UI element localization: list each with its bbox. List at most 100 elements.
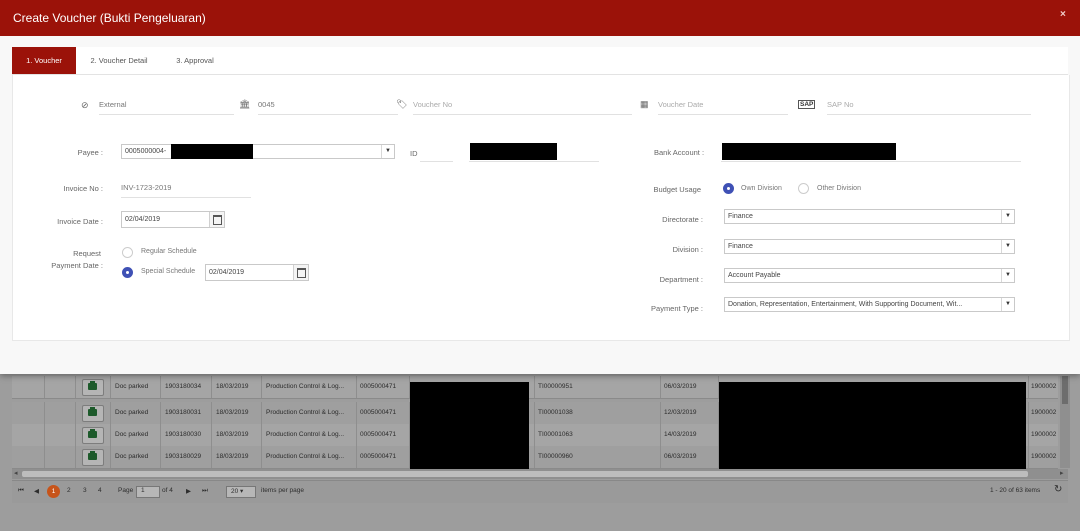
column-divider bbox=[75, 376, 76, 398]
column-divider bbox=[1028, 376, 1029, 398]
table-cell-ti: TI00000960 bbox=[538, 453, 573, 460]
column-divider bbox=[160, 402, 161, 424]
redacted-block bbox=[470, 143, 557, 160]
payee-label: Payee : bbox=[77, 148, 103, 157]
table-cell-date2: 06/03/2019 bbox=[664, 453, 697, 460]
page-size-select[interactable]: 20 ▾ bbox=[226, 486, 256, 498]
table-cell-dept: Production Control & Log... bbox=[266, 453, 345, 460]
column-divider bbox=[211, 376, 212, 398]
department-select[interactable]: Account Payable ▼ bbox=[724, 268, 1015, 283]
sap-no-field[interactable]: SAP No bbox=[827, 100, 1031, 115]
tab-voucher[interactable]: 1. Voucher bbox=[12, 47, 76, 74]
other-division-label: Other Division bbox=[817, 185, 861, 192]
column-divider bbox=[44, 402, 45, 424]
chevron-down-icon: ▼ bbox=[1001, 269, 1014, 282]
division-select[interactable]: Finance ▼ bbox=[724, 239, 1015, 254]
table-cell-ti: TI00001063 bbox=[538, 431, 573, 438]
grid-vertical-scrollbar[interactable] bbox=[1060, 376, 1070, 468]
page-button-2[interactable]: 2 bbox=[67, 487, 71, 494]
chevron-down-icon: ▼ bbox=[381, 145, 394, 158]
print-icon[interactable] bbox=[82, 405, 104, 422]
invoice-date-input[interactable]: 02/04/2019 bbox=[121, 211, 225, 228]
payee-select[interactable]: 0005000004- ▼ bbox=[121, 144, 395, 159]
page-number-input[interactable]: 1 bbox=[136, 486, 160, 498]
print-icon[interactable] bbox=[82, 449, 104, 466]
voucher-no-field[interactable]: Voucher No bbox=[413, 100, 632, 115]
redacted-block bbox=[722, 143, 896, 160]
bank-icon: 🏛 bbox=[239, 99, 251, 109]
column-divider bbox=[75, 446, 76, 468]
tag-icon: 🏷 bbox=[396, 99, 408, 109]
prev-page-button[interactable]: ◀ bbox=[34, 487, 39, 495]
table-cell-date2: 06/03/2019 bbox=[664, 383, 697, 390]
print-icon[interactable] bbox=[82, 427, 104, 444]
bank-code-field[interactable]: 0045 bbox=[258, 100, 398, 115]
last-page-button[interactable]: ⏭ bbox=[202, 487, 208, 495]
special-schedule-radio[interactable] bbox=[122, 267, 133, 278]
page-label: Page bbox=[118, 487, 134, 494]
sap-icon: SAP bbox=[798, 100, 816, 109]
table-cell-vendor: 0005000471 bbox=[360, 453, 397, 460]
calendar-icon: ▦ bbox=[640, 99, 649, 109]
table-cell-last: 1900002 bbox=[1031, 431, 1057, 438]
chevron-down-icon: ▼ bbox=[1001, 240, 1014, 253]
id-field[interactable] bbox=[420, 147, 453, 162]
division-label: Division : bbox=[672, 245, 703, 254]
table-cell-ti: TI00000951 bbox=[538, 383, 573, 390]
table-cell-dept: Production Control & Log... bbox=[266, 431, 345, 438]
column-divider bbox=[110, 424, 111, 446]
chevron-down-icon: ▼ bbox=[1001, 210, 1014, 223]
column-divider bbox=[160, 376, 161, 398]
special-schedule-date-input[interactable]: 02/04/2019 bbox=[205, 264, 309, 281]
table-cell-date: 18/03/2019 bbox=[216, 431, 249, 438]
invoice-no-field[interactable]: INV-1723-2019 bbox=[121, 183, 251, 198]
voucher-type-field[interactable]: External bbox=[99, 100, 234, 115]
payment-type-select[interactable]: Donation, Representation, Entertainment,… bbox=[724, 297, 1015, 312]
own-division-label: Own Division bbox=[741, 185, 782, 192]
column-divider bbox=[660, 424, 661, 446]
redacted-block bbox=[719, 382, 1026, 469]
calendar-icon[interactable] bbox=[209, 212, 224, 227]
page-button-1[interactable]: 1 bbox=[47, 485, 60, 498]
payment-type-label: Payment Type : bbox=[651, 304, 703, 313]
column-divider bbox=[534, 376, 535, 398]
print-icon[interactable] bbox=[82, 379, 104, 396]
first-page-button[interactable]: ⏮ bbox=[18, 487, 24, 495]
refresh-icon[interactable]: ↻ bbox=[1054, 484, 1062, 495]
table-cell-date: 18/03/2019 bbox=[216, 383, 249, 390]
column-divider bbox=[534, 424, 535, 446]
column-divider bbox=[660, 402, 661, 424]
page-button-3[interactable]: 3 bbox=[83, 487, 87, 494]
redacted-block bbox=[171, 144, 253, 159]
tab-approval[interactable]: 3. Approval bbox=[166, 47, 224, 74]
column-divider bbox=[261, 446, 262, 468]
table-cell-vendor: 0005000471 bbox=[360, 409, 397, 416]
column-divider bbox=[261, 424, 262, 446]
other-division-radio[interactable] bbox=[798, 183, 809, 194]
table-cell-date: 18/03/2019 bbox=[216, 409, 249, 416]
grid-horizontal-scrollbar[interactable]: ◂ ▸ bbox=[12, 469, 1068, 479]
modal-body: 1. Voucher 2. Voucher Detail 3. Approval… bbox=[0, 36, 1080, 374]
table-cell-doc-no: 1903180031 bbox=[165, 409, 202, 416]
bank-account-label: Bank Account : bbox=[654, 148, 705, 157]
regular-schedule-label: Regular Schedule bbox=[141, 248, 197, 255]
column-divider bbox=[211, 446, 212, 468]
table-cell-last: 1900002 bbox=[1031, 453, 1057, 460]
voucher-date-field[interactable]: Voucher Date bbox=[658, 100, 788, 115]
column-divider bbox=[160, 446, 161, 468]
next-page-button[interactable]: ▶ bbox=[186, 487, 191, 495]
close-icon[interactable]: × bbox=[1060, 9, 1066, 20]
directorate-select[interactable]: Finance ▼ bbox=[724, 209, 1015, 224]
column-divider bbox=[211, 402, 212, 424]
regular-schedule-radio[interactable] bbox=[122, 247, 133, 258]
column-divider bbox=[44, 446, 45, 468]
calendar-icon[interactable] bbox=[293, 265, 308, 280]
special-schedule-label: Special Schedule bbox=[141, 268, 196, 275]
column-divider bbox=[110, 376, 111, 398]
table-cell-status: Doc parked bbox=[115, 383, 149, 390]
own-division-radio[interactable] bbox=[723, 183, 734, 194]
budget-usage-label: Budget Usage bbox=[653, 185, 701, 194]
table-cell-vendor: 0005000471 bbox=[360, 383, 397, 390]
page-button-4[interactable]: 4 bbox=[98, 487, 102, 494]
tab-voucher-detail[interactable]: 2. Voucher Detail bbox=[82, 47, 156, 74]
